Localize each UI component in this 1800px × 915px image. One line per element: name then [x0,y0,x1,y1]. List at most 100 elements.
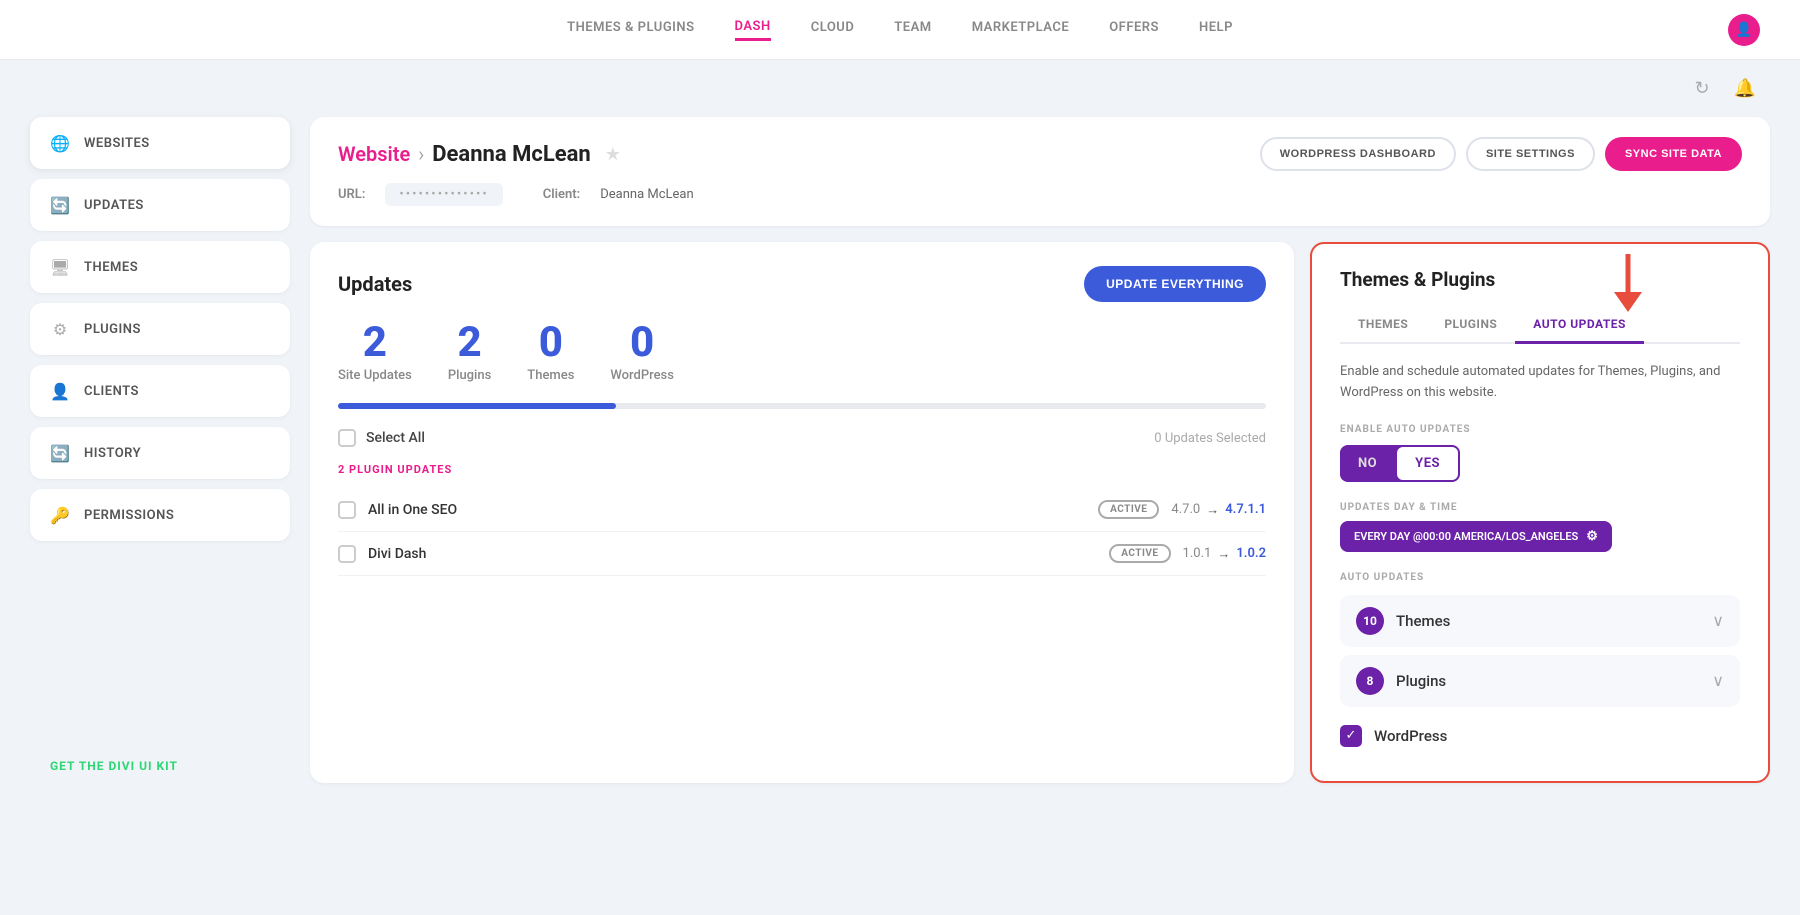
url-value: •••••••••••••• [385,183,502,206]
stats-row: 2 Site Updates 2 Plugins 0 Themes 0 Word… [338,322,1266,383]
breadcrumb-website[interactable]: Website [338,142,410,166]
sidebar-item-plugins[interactable]: ⚙ PLUGINS [30,303,290,355]
nav-cloud[interactable]: CLOUD [811,20,855,39]
schedule-gear-icon[interactable]: ⚙ [1586,529,1598,544]
version-to-0: 4.7.1.1 [1225,502,1266,517]
stat-num-site-updates: 2 [338,322,412,364]
sidebar-bottom: GET THE DIVI UI KIT [30,729,290,783]
stat-themes: 0 Themes [527,322,574,383]
auto-item-themes[interactable]: 10 Themes ∨ [1340,595,1740,647]
user-avatar[interactable]: 👤 [1728,14,1760,46]
stat-num-themes: 0 [527,322,574,364]
plugins-chevron-icon: ∨ [1712,671,1724,690]
stat-num-wordpress: 0 [610,322,674,364]
sidebar-label-themes: THEMES [84,260,138,275]
notifications-button[interactable]: 🔔 [1730,74,1760,103]
select-all-label[interactable]: Select All [366,430,425,446]
progress-bar [338,403,1266,409]
select-all-checkbox[interactable] [338,429,356,447]
version-arrow-1: → [1217,546,1230,562]
schedule-row: EVERY DAY @00:00 AMERICA/LOS_ANGELES ⚙ [1340,521,1740,552]
wordpress-dashboard-button[interactable]: WORDPRESS DASHBOARD [1260,137,1456,171]
nav-help[interactable]: HELP [1199,20,1233,39]
client-label: Client: [543,187,580,202]
schedule-badge[interactable]: EVERY DAY @00:00 AMERICA/LOS_ANGELES ⚙ [1340,521,1612,552]
breadcrumb-separator: › [418,142,424,166]
auto-updates-section-label: AUTO UPDATES [1340,572,1740,583]
updates-header: Updates UPDATE EVERYTHING [338,266,1266,302]
panel-tabs: THEMES PLUGINS AUTO UPDATES [1340,309,1740,344]
updates-panel: Updates UPDATE EVERYTHING 2 Site Updates… [310,242,1294,783]
stat-site-updates: 2 Site Updates [338,322,412,383]
plugin-checkbox-1[interactable] [338,545,356,563]
version-from-1: 1.0.1 [1183,546,1212,561]
nav-team[interactable]: TEAM [894,20,931,39]
themes-chevron-icon: ∨ [1712,611,1724,630]
updates-selected-count: 0 Updates Selected [1154,431,1266,446]
wordpress-label: WordPress [1374,727,1447,745]
sidebar-item-updates[interactable]: 🔄 UPDATES [30,179,290,231]
sidebar-label-clients: CLIENTS [84,384,139,399]
enable-auto-updates-label: ENABLE AUTO UPDATES [1340,424,1740,435]
sidebar-label-websites: WEBSITES [84,136,150,151]
websites-icon: 🌐 [50,133,70,153]
page-header: Website › Deanna McLean ★ WORDPRESS DASH… [310,117,1770,226]
get-kit-link[interactable]: GET THE DIVI UI KIT [30,749,290,783]
select-all-row: Select All 0 Updates Selected [338,429,1266,447]
themes-icon: 🖥 [50,257,70,277]
url-row: URL: •••••••••••••• Client: Deanna McLea… [338,183,1742,206]
update-everything-button[interactable]: UPDATE EVERYTHING [1084,266,1266,302]
plugin-badge-0: ACTIVE [1098,500,1159,519]
action-bar: ↻ 🔔 [0,60,1800,117]
auto-item-plugins[interactable]: 8 Plugins ∨ [1340,655,1740,707]
plugin-badge-1: ACTIVE [1109,544,1170,563]
site-settings-button[interactable]: SITE SETTINGS [1466,137,1595,171]
history-icon: 🔄 [50,443,70,463]
updates-day-time-label: UPDATES DAY & TIME [1340,502,1740,513]
nav-links: THEMES & PLUGINS DASH CLOUD TEAM MARKETP… [567,19,1233,41]
version-from-0: 4.7.0 [1171,502,1200,517]
sidebar-item-history[interactable]: 🔄 HISTORY [30,427,290,479]
plugin-checkbox-0[interactable] [338,501,356,519]
toggle-yes[interactable]: YES [1397,447,1458,480]
tab-plugins[interactable]: PLUGINS [1426,309,1515,344]
plugin-name-0: All in One SEO [368,502,1086,518]
sidebar-item-permissions[interactable]: 🔑 PERMISSIONS [30,489,290,541]
progress-bar-fill [338,403,616,409]
wordpress-checkbox[interactable]: ✓ [1340,725,1362,747]
sidebar-item-clients[interactable]: 👤 CLIENTS [30,365,290,417]
auto-item-themes-left: 10 Themes [1356,607,1450,635]
nav-themes-plugins[interactable]: THEMES & PLUGINS [567,20,694,39]
sidebar-label-history: HISTORY [84,446,141,461]
plugins-count-badge: 8 [1356,667,1384,695]
nav-offers[interactable]: OFFERS [1109,20,1159,39]
stat-label-wordpress: WordPress [610,368,674,383]
sidebar-label-plugins: PLUGINS [84,322,141,337]
main-layout: 🌐 WEBSITES 🔄 UPDATES 🖥 THEMES ⚙ PLUGINS … [0,117,1800,813]
client-value: Deanna McLean [600,187,693,202]
select-all-left: Select All [338,429,425,447]
stat-num-plugins: 2 [448,322,491,364]
auto-updates-toggle[interactable]: NO YES [1340,445,1460,482]
header-actions: WORDPRESS DASHBOARD SITE SETTINGS SYNC S… [1260,137,1742,171]
stat-label-site-updates: Site Updates [338,368,412,383]
url-label: URL: [338,187,365,202]
sidebar: 🌐 WEBSITES 🔄 UPDATES 🖥 THEMES ⚙ PLUGINS … [30,117,290,783]
tab-themes[interactable]: THEMES [1340,309,1426,344]
toggle-no[interactable]: NO [1340,447,1395,480]
auto-item-themes-name: Themes [1396,612,1450,630]
nav-dash[interactable]: DASH [735,19,771,41]
favorite-star-icon[interactable]: ★ [605,144,621,165]
plugin-row-0: All in One SEO ACTIVE 4.7.0 → 4.7.1.1 [338,488,1266,532]
nav-right: 👤 [1728,14,1760,46]
sidebar-item-websites[interactable]: 🌐 WEBSITES [30,117,290,169]
sync-site-data-button[interactable]: SYNC SITE DATA [1605,137,1742,171]
sidebar-label-permissions: PERMISSIONS [84,508,174,523]
nav-marketplace[interactable]: MARKETPLACE [972,20,1070,39]
version-arrow-0: → [1206,502,1219,518]
two-column-section: Updates UPDATE EVERYTHING 2 Site Updates… [310,242,1770,783]
sidebar-item-themes[interactable]: 🖥 THEMES [30,241,290,293]
schedule-text: EVERY DAY @00:00 AMERICA/LOS_ANGELES [1354,530,1578,543]
red-arrow-indicator [1608,254,1648,321]
refresh-button[interactable]: ↻ [1690,74,1713,103]
